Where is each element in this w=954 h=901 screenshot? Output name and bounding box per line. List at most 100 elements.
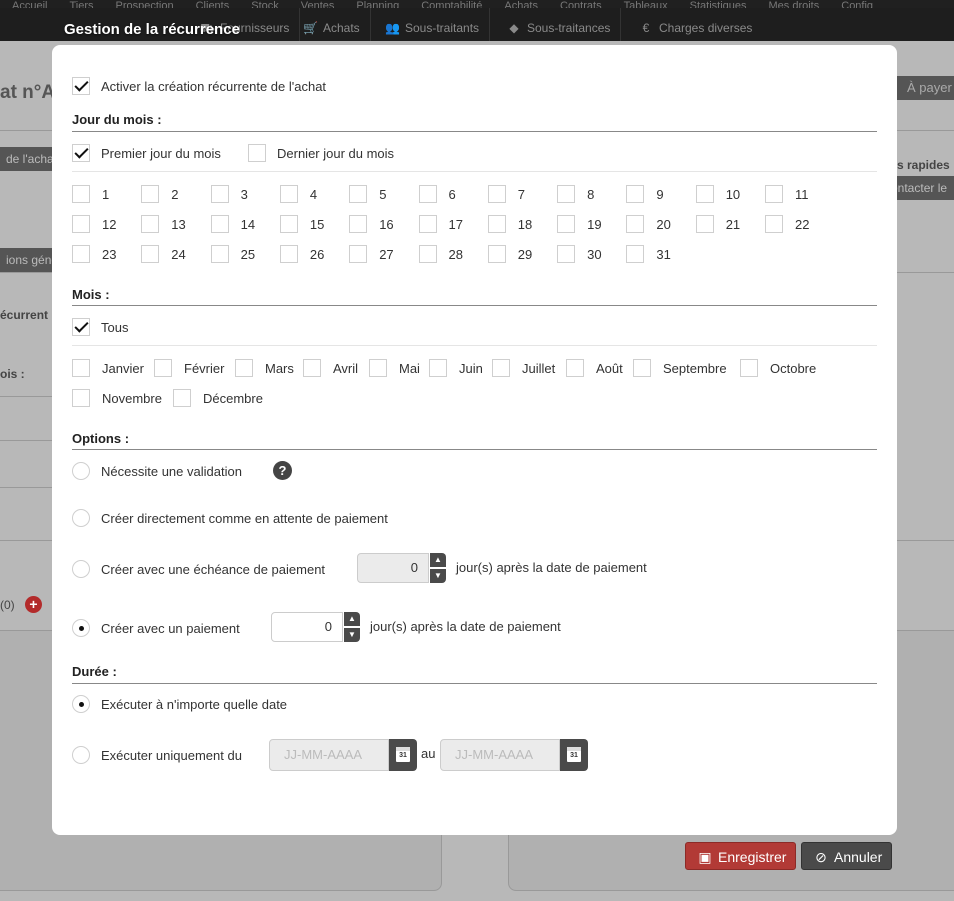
day-checkbox[interactable]	[349, 215, 368, 233]
day-18-option[interactable]: 18	[487, 215, 532, 233]
month-checkbox[interactable]	[566, 359, 584, 377]
start-date-input[interactable]: JJ-MM-AAAA	[269, 739, 389, 771]
top-nav-item[interactable]: Prospection	[116, 0, 174, 8]
month-octobre-option[interactable]: Octobre	[740, 359, 816, 377]
day-1-option[interactable]: 1	[72, 185, 109, 203]
day-checkbox[interactable]	[210, 245, 229, 263]
month-juillet-option[interactable]: Juillet	[492, 359, 555, 377]
day-12-option[interactable]: 12	[72, 215, 116, 233]
payment-row[interactable]: Créer avec un paiement	[72, 619, 240, 637]
day-checkbox[interactable]	[418, 245, 437, 263]
stepper-up-icon[interactable]: ▲	[430, 553, 446, 567]
month-checkbox[interactable]	[303, 359, 321, 377]
day-26-option[interactable]: 26	[279, 245, 324, 263]
help-icon[interactable]: ?	[273, 461, 292, 480]
date-range-row[interactable]: Exécuter uniquement du	[72, 746, 242, 764]
month-checkbox[interactable]	[492, 359, 510, 377]
day-checkbox[interactable]	[626, 185, 645, 203]
top-nav-item[interactable]: Stock	[251, 0, 279, 8]
day-2-option[interactable]: 2	[141, 185, 179, 203]
start-date-calendar-button[interactable]: 31	[389, 739, 417, 771]
activate-recurrence-checkbox[interactable]	[72, 77, 90, 95]
day-checkbox[interactable]	[765, 185, 783, 203]
tab-sous-traitants[interactable]: 👥 Sous-traitants	[375, 8, 491, 41]
last-day-row[interactable]: Dernier jour du mois	[248, 144, 394, 162]
deadline-days-input[interactable]: 0	[357, 553, 429, 583]
month-checkbox[interactable]	[72, 359, 90, 377]
day-checkbox[interactable]	[279, 245, 298, 263]
month-janvier-option[interactable]: Janvier	[72, 359, 144, 377]
day-checkbox[interactable]	[765, 215, 783, 233]
day-14-option[interactable]: 14	[210, 215, 255, 233]
top-nav-item[interactable]: Config	[841, 0, 873, 8]
day-checkbox[interactable]	[141, 245, 160, 263]
month-novembre-option[interactable]: Novembre	[72, 389, 162, 407]
activate-recurrence-row[interactable]: Activer la création récurrente de l'acha…	[72, 77, 326, 95]
top-nav-item[interactable]: Comptabilité	[421, 0, 482, 8]
month-checkbox[interactable]	[429, 359, 447, 377]
day-28-option[interactable]: 28	[418, 245, 463, 263]
day-checkbox[interactable]	[695, 185, 714, 203]
day-checkbox[interactable]	[72, 185, 90, 203]
top-nav-item[interactable]: Contrats	[560, 0, 602, 8]
tab-achats[interactable]: 🛒 Achats	[293, 8, 371, 41]
infos-generales-tab[interactable]: ions géné	[0, 248, 58, 272]
all-months-checkbox[interactable]	[72, 318, 90, 336]
day-checkbox[interactable]	[418, 215, 437, 233]
day-checkbox[interactable]	[349, 185, 368, 203]
cancel-button[interactable]: ⊘ Annuler	[801, 842, 892, 870]
month-août-option[interactable]: Août	[566, 359, 623, 377]
save-button[interactable]: ▣ Enregistrer	[685, 842, 796, 870]
day-checkbox[interactable]	[210, 215, 229, 233]
month-checkbox[interactable]	[154, 359, 172, 377]
day-8-option[interactable]: 8	[557, 185, 594, 203]
all-months-row[interactable]: Tous	[72, 318, 128, 336]
top-nav-item[interactable]: Mes droits	[769, 0, 820, 8]
day-3-option[interactable]: 3	[210, 185, 248, 203]
day-checkbox[interactable]	[487, 185, 506, 203]
a-payer-button[interactable]: À payer	[897, 76, 954, 100]
end-date-calendar-button[interactable]: 31	[560, 739, 588, 771]
month-checkbox[interactable]	[740, 359, 758, 377]
validation-row[interactable]: Nécessite une validation	[72, 462, 242, 480]
top-nav-item[interactable]: Clients	[196, 0, 230, 8]
last-day-checkbox[interactable]	[248, 144, 266, 162]
payment-radio[interactable]	[72, 619, 90, 637]
month-checkbox[interactable]	[633, 359, 651, 377]
stepper-down-icon[interactable]: ▼	[430, 569, 446, 583]
day-checkbox[interactable]	[626, 215, 645, 233]
day-checkbox[interactable]	[487, 245, 506, 263]
top-nav-item[interactable]: Ventes	[301, 0, 335, 8]
day-checkbox[interactable]	[72, 245, 90, 263]
month-checkbox[interactable]	[72, 389, 90, 407]
day-29-option[interactable]: 29	[487, 245, 532, 263]
day-checkbox[interactable]	[349, 245, 368, 263]
validation-radio[interactable]	[72, 462, 90, 480]
top-nav-item[interactable]: Achats	[504, 0, 538, 8]
month-mai-option[interactable]: Mai	[369, 359, 420, 377]
day-checkbox[interactable]	[557, 215, 576, 233]
date-range-radio[interactable]	[72, 746, 90, 764]
day-22-option[interactable]: 22	[765, 215, 809, 233]
stepper-down-icon[interactable]: ▼	[344, 628, 360, 642]
day-17-option[interactable]: 17	[418, 215, 463, 233]
day-24-option[interactable]: 24	[141, 245, 186, 263]
deadline-days-stepper[interactable]: ▲ ▼	[430, 553, 446, 583]
any-date-radio[interactable]	[72, 695, 90, 713]
day-20-option[interactable]: 20	[626, 215, 671, 233]
day-checkbox[interactable]	[141, 185, 160, 203]
day-23-option[interactable]: 23	[72, 245, 116, 263]
day-checkbox[interactable]	[418, 185, 437, 203]
day-checkbox[interactable]	[279, 185, 298, 203]
day-27-option[interactable]: 27	[349, 245, 394, 263]
waiting-payment-radio[interactable]	[72, 509, 90, 527]
top-nav-item[interactable]: Accueil	[12, 0, 47, 8]
deadline-row[interactable]: Créer avec une échéance de paiement	[72, 560, 325, 578]
deadline-radio[interactable]	[72, 560, 90, 578]
month-checkbox[interactable]	[235, 359, 253, 377]
tab-sous-traitances[interactable]: ◆ Sous-traitances	[497, 8, 622, 41]
day-checkbox[interactable]	[695, 215, 714, 233]
day-checkbox[interactable]	[557, 245, 576, 263]
month-juin-option[interactable]: Juin	[429, 359, 483, 377]
waiting-payment-row[interactable]: Créer directement comme en attente de pa…	[72, 509, 388, 527]
